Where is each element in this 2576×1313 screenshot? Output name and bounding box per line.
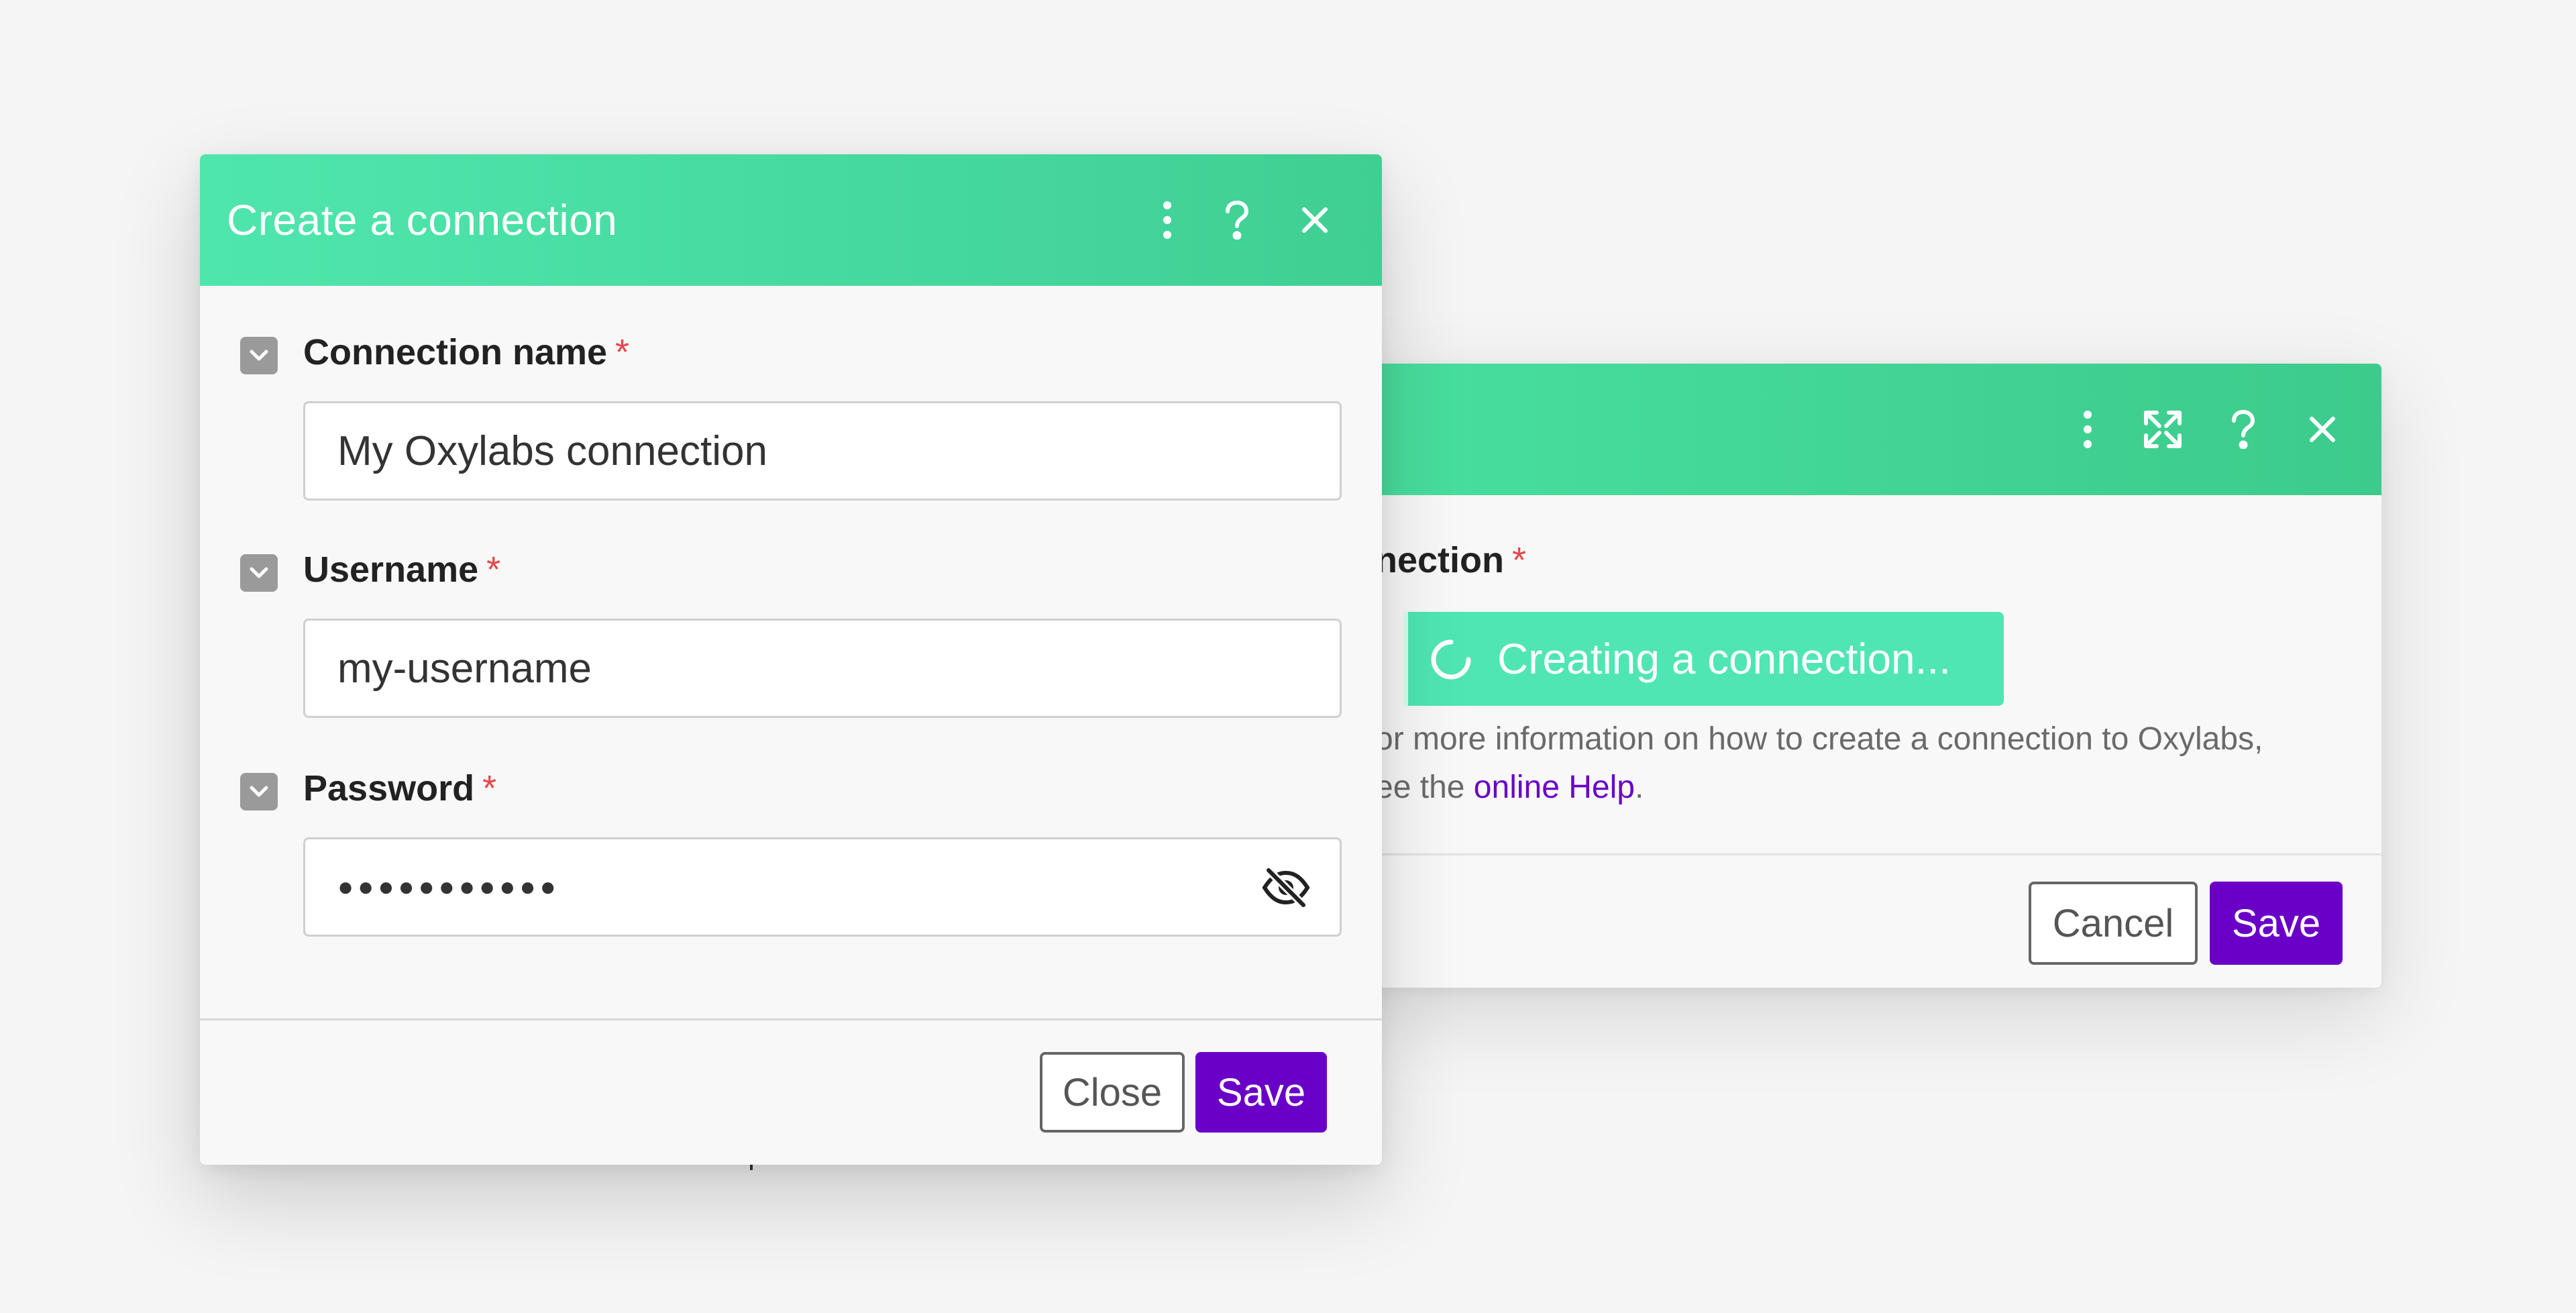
password-input[interactable]: ●●●●●●●●●●● bbox=[303, 837, 1342, 937]
close-button[interactable]: Close bbox=[1040, 1052, 1185, 1133]
footer-divider bbox=[200, 1018, 1382, 1020]
back-save-button[interactable]: Save bbox=[2210, 882, 2343, 965]
save-button[interactable]: Save bbox=[1195, 1052, 1327, 1133]
username-value: my-username bbox=[337, 645, 592, 692]
online-help-link[interactable]: online Help bbox=[1474, 770, 1635, 805]
more-vertical-icon[interactable] bbox=[2058, 400, 2117, 459]
creating-connection-button[interactable]: Creating a connection... bbox=[1403, 612, 2004, 706]
more-vertical-icon[interactable] bbox=[1138, 191, 1197, 250]
back-field-label: nection * bbox=[1375, 539, 1526, 581]
eye-off-icon[interactable] bbox=[1262, 868, 1310, 908]
required-marker: * bbox=[615, 332, 630, 372]
connection-name-value: My Oxylabs connection bbox=[337, 427, 767, 474]
cancel-button[interactable]: Cancel bbox=[2029, 882, 2198, 965]
button-separator bbox=[1403, 612, 1408, 706]
chevron-down-icon bbox=[250, 786, 268, 797]
dialog-header: Create a connection bbox=[200, 154, 1382, 286]
chevron-down-icon bbox=[250, 350, 268, 361]
connection-name-label: Connection name * bbox=[303, 331, 629, 373]
help-text-prefix: ee the bbox=[1375, 770, 1474, 805]
creating-connection-label: Creating a connection... bbox=[1497, 635, 1951, 683]
chevron-down-icon bbox=[250, 567, 268, 578]
help-text-line1: or more information on how to create a c… bbox=[1375, 721, 2263, 757]
required-marker: * bbox=[482, 768, 497, 808]
spinner-icon bbox=[1431, 639, 1471, 680]
back-dialog-header: s bbox=[1348, 364, 2381, 495]
connection-name-collapse-toggle[interactable] bbox=[240, 337, 278, 374]
help-icon[interactable] bbox=[2214, 400, 2273, 459]
username-collapse-toggle[interactable] bbox=[240, 554, 278, 592]
required-marker: * bbox=[486, 549, 501, 590]
connection-name-input[interactable]: My Oxylabs connection bbox=[303, 401, 1342, 501]
connection-name-label-text: Connection name bbox=[303, 332, 608, 372]
help-text: or more information on how to create a c… bbox=[1375, 715, 2263, 812]
username-input[interactable]: my-username bbox=[303, 619, 1342, 718]
back-field-label-text: nection bbox=[1375, 540, 1505, 580]
create-connection-dialog: Create a connection Connection name * My … bbox=[200, 154, 1382, 1165]
password-value: ●●●●●●●●●●● bbox=[337, 872, 560, 902]
password-label: Password * bbox=[303, 768, 496, 809]
close-icon[interactable] bbox=[2293, 400, 2352, 459]
password-label-text: Password bbox=[303, 768, 475, 808]
required-marker: * bbox=[1512, 540, 1527, 580]
username-label-text: Username bbox=[303, 549, 479, 590]
help-text-suffix: . bbox=[1634, 770, 1644, 805]
expand-icon[interactable] bbox=[2133, 400, 2192, 459]
dialog-title: Create a connection bbox=[227, 196, 618, 244]
close-icon[interactable] bbox=[1285, 191, 1344, 250]
help-text-line2: ee the online Help. bbox=[1375, 764, 2263, 812]
back-footer-divider bbox=[1348, 853, 2381, 855]
help-icon[interactable] bbox=[1208, 191, 1267, 250]
password-collapse-toggle[interactable] bbox=[240, 773, 278, 810]
username-label: Username * bbox=[303, 549, 500, 590]
